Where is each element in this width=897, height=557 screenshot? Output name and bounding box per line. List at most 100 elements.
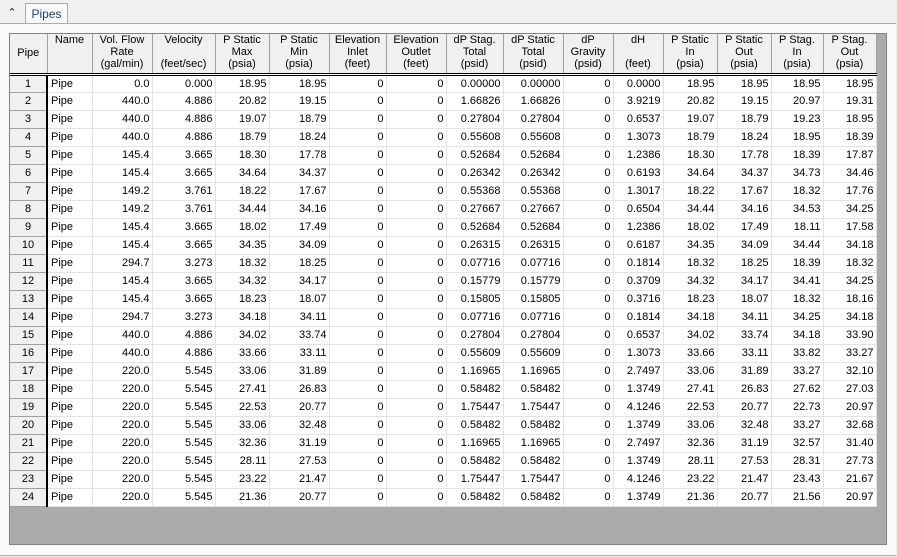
cell-ps-min[interactable]: 21.47 [269,470,330,489]
cell-ps-in[interactable]: 20.82 [663,92,718,111]
cell-flow[interactable]: 440.0 [92,92,153,111]
cell-ps-min[interactable]: 34.11 [269,308,330,327]
cell-velocity[interactable]: 5.545 [152,416,216,435]
cell-dp-grav[interactable]: 0 [563,254,614,273]
cell-ps-max[interactable]: 34.44 [215,200,270,219]
cell-dp-static[interactable]: 0.15805 [503,290,564,309]
row-header[interactable]: 3 [10,110,48,129]
cell-ps-max[interactable]: 22.53 [215,398,270,417]
cell-name[interactable]: Pipe [47,326,93,345]
cell-dp-grav[interactable]: 0 [563,110,614,129]
cell-elev-out[interactable]: 0 [386,272,447,291]
cell-pst-in[interactable]: 18.95 [771,74,824,93]
table-row[interactable]: 12 Pipe 145.4 3.665 34.32 34.17 0 0 0.15779 0.157… [10,272,877,291]
cell-dp-static[interactable]: 0.55368 [503,182,564,201]
cell-dp-grav[interactable]: 0 [563,326,614,345]
cell-ps-out[interactable]: 26.83 [717,380,772,399]
cell-elev-out[interactable]: 0 [386,110,447,129]
table-row[interactable]: 15 Pipe 440.0 4.886 34.02 33.74 0 0 0.27804 0.278… [10,326,877,345]
cell-ps-out[interactable]: 18.79 [717,110,772,129]
cell-ps-max[interactable]: 28.11 [215,452,270,471]
cell-flow[interactable]: 220.0 [92,380,153,399]
cell-pst-in[interactable]: 34.44 [771,236,824,255]
cell-pst-out[interactable]: 34.18 [823,236,877,255]
cell-elev-in[interactable]: 0 [329,290,387,309]
cell-ps-out[interactable]: 33.11 [717,344,772,363]
cell-name[interactable]: Pipe [47,92,93,111]
cell-dp-static[interactable]: 0.27804 [503,326,564,345]
cell-dh[interactable]: 1.2386 [613,146,664,165]
cell-ps-min[interactable]: 34.16 [269,200,330,219]
cell-dp-grav[interactable]: 0 [563,434,614,453]
cell-pst-in[interactable]: 19.23 [771,110,824,129]
cell-dp-static[interactable]: 0.58482 [503,416,564,435]
collapse-chevron-icon[interactable]: ⌃ [3,5,21,21]
cell-ps-max[interactable]: 34.32 [215,272,270,291]
cell-flow[interactable]: 220.0 [92,398,153,417]
row-header[interactable]: 23 [10,470,48,489]
table-row[interactable]: 24 Pipe 220.0 5.545 21.36 20.77 0 0 0.58482 0.584… [10,488,877,507]
cell-name[interactable]: Pipe [47,416,93,435]
cell-elev-out[interactable]: 0 [386,326,447,345]
cell-pst-out[interactable]: 18.39 [823,128,877,147]
row-header[interactable]: 20 [10,416,48,435]
row-header[interactable]: 24 [10,488,48,507]
cell-dp-stag[interactable]: 0.58482 [446,452,504,471]
cell-pst-in[interactable]: 18.95 [771,128,824,147]
cell-ps-in[interactable]: 21.36 [663,488,718,507]
cell-dp-static[interactable]: 1.16965 [503,362,564,381]
cell-dp-grav[interactable]: 0 [563,398,614,417]
table-row[interactable]: 10 Pipe 145.4 3.665 34.35 34.09 0 0 0.26315 0.263… [10,236,877,255]
cell-ps-max[interactable]: 27.41 [215,380,270,399]
cell-dp-grav[interactable]: 0 [563,74,614,93]
cell-dp-stag[interactable]: 0.58482 [446,416,504,435]
table-row[interactable]: 17 Pipe 220.0 5.545 33.06 31.89 0 0 1.16965 1.169… [10,362,877,381]
cell-name[interactable]: Pipe [47,182,93,201]
cell-elev-out[interactable]: 0 [386,164,447,183]
cell-dp-static[interactable]: 0.00000 [503,74,564,93]
cell-ps-in[interactable]: 18.23 [663,290,718,309]
cell-elev-out[interactable]: 0 [386,452,447,471]
cell-dh[interactable]: 1.3749 [613,380,664,399]
cell-elev-out[interactable]: 0 [386,398,447,417]
cell-ps-out[interactable]: 18.07 [717,290,772,309]
cell-flow[interactable]: 145.4 [92,236,153,255]
cell-dp-static[interactable]: 0.58482 [503,452,564,471]
cell-ps-max[interactable]: 33.06 [215,416,270,435]
cell-pst-in[interactable]: 34.53 [771,200,824,219]
cell-name[interactable]: Pipe [47,452,93,471]
table-row[interactable]: 7 Pipe 149.2 3.761 18.22 17.67 0 0 0.55368 0.5536… [10,182,877,201]
cell-dp-static[interactable]: 0.15779 [503,272,564,291]
cell-dp-stag[interactable]: 1.75447 [446,398,504,417]
row-header[interactable]: 2 [10,92,48,111]
cell-elev-in[interactable]: 0 [329,416,387,435]
cell-elev-out[interactable]: 0 [386,236,447,255]
row-header[interactable]: 17 [10,362,48,381]
cell-ps-out[interactable]: 17.78 [717,146,772,165]
cell-name[interactable]: Pipe [47,362,93,381]
cell-dh[interactable]: 0.6537 [613,326,664,345]
cell-pst-in[interactable]: 27.62 [771,380,824,399]
cell-elev-out[interactable]: 0 [386,290,447,309]
cell-pst-in[interactable]: 18.32 [771,290,824,309]
cell-elev-in[interactable]: 0 [329,452,387,471]
cell-velocity[interactable]: 3.273 [152,308,216,327]
cell-ps-in[interactable]: 33.06 [663,362,718,381]
cell-velocity[interactable]: 5.545 [152,434,216,453]
cell-velocity[interactable]: 5.545 [152,380,216,399]
cell-ps-min[interactable]: 20.77 [269,398,330,417]
cell-velocity[interactable]: 4.886 [152,326,216,345]
cell-dp-stag[interactable]: 1.16965 [446,434,504,453]
cell-flow[interactable]: 145.4 [92,164,153,183]
cell-name[interactable]: Pipe [47,344,93,363]
cell-dp-stag[interactable]: 0.27667 [446,200,504,219]
column-header-name[interactable]: Name [47,34,93,76]
cell-pst-out[interactable]: 34.18 [823,308,877,327]
cell-pst-out[interactable]: 18.95 [823,74,877,93]
column-header-dh[interactable]: dH (feet) [613,34,664,76]
cell-ps-max[interactable]: 20.82 [215,92,270,111]
cell-dp-stag[interactable]: 0.15779 [446,272,504,291]
cell-ps-min[interactable]: 34.17 [269,272,330,291]
tab-pipes[interactable]: Pipes [25,3,68,24]
cell-dp-grav[interactable]: 0 [563,92,614,111]
